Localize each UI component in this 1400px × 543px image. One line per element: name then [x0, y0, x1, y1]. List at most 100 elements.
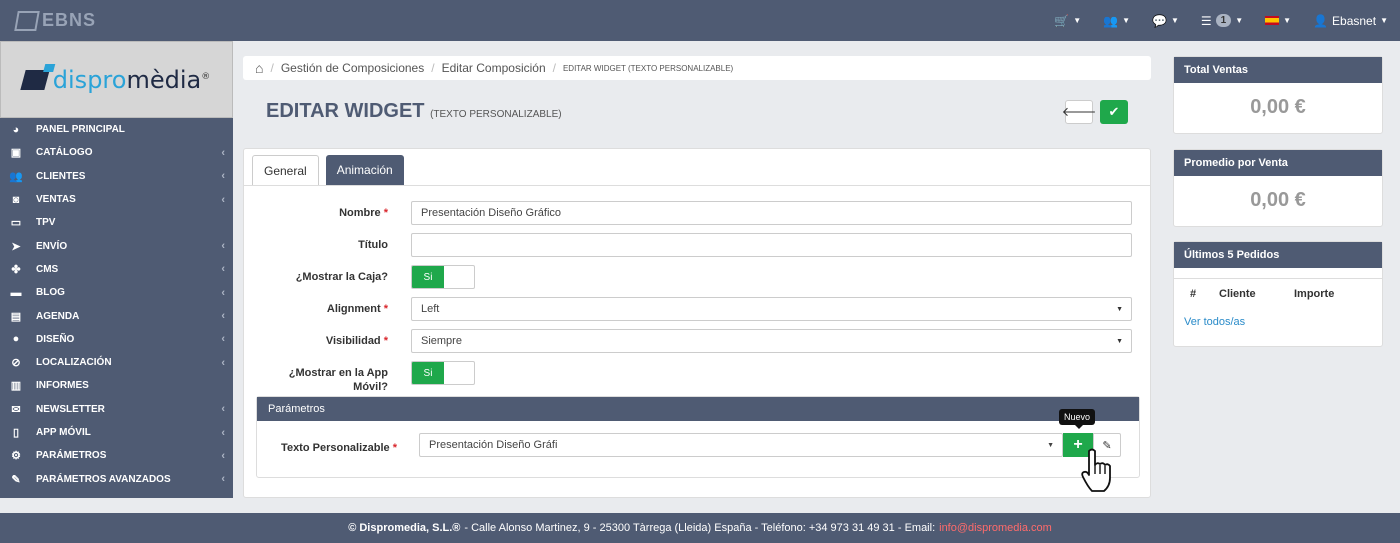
dispromedia-mark-icon	[20, 69, 50, 90]
footer-company: © Dispromedia, S.L.®	[348, 522, 461, 534]
arrow-left-icon: 🡐	[1061, 104, 1097, 119]
wrench-icon: ✎	[11, 473, 21, 486]
list-icon: ☰	[1200, 13, 1212, 28]
nombre-input[interactable]: Presentación Diseño Gráfico	[411, 201, 1132, 225]
tab-general[interactable]: General	[252, 155, 319, 185]
sidebar-item-5[interactable]: ➤ ENVÍO ‹	[0, 234, 233, 257]
app-movil-label: ¿Mostrar en la App Móvil?	[288, 367, 388, 393]
chevron-left-icon: ‹	[221, 310, 225, 323]
caret-down-icon: ▼	[1073, 16, 1082, 25]
col-cliente: Cliente	[1219, 288, 1256, 300]
sidebar-item-label: TPV	[36, 217, 56, 229]
chevron-left-icon: ‹	[221, 333, 225, 346]
footer-email-link[interactable]: info@dispromedia.com	[939, 522, 1052, 534]
tasks-menu[interactable]: ☰ 1 ▼	[1201, 14, 1243, 28]
breadcrumb-link[interactable]: Editar Composición	[442, 61, 546, 75]
sidebar-item-label: VENTAS	[36, 194, 76, 206]
cubes-icon: ✤	[11, 263, 21, 276]
caret-down-icon: ▼	[1116, 306, 1123, 313]
chevron-left-icon: ‹	[221, 240, 225, 253]
promedio-venta-title: Promedio por Venta	[1174, 150, 1382, 176]
sidebar-item-14[interactable]: ⚙ PARÁMETROS ‹	[0, 444, 233, 467]
chevron-left-icon: ‹	[221, 263, 225, 276]
col-importe: Importe	[1294, 288, 1335, 300]
chevron-left-icon: ‹	[221, 193, 225, 206]
toggle-on-label: Si	[412, 362, 444, 384]
coffee-icon: ▬	[10, 286, 22, 299]
sidebar-item-13[interactable]: ▯ APP MÓVIL ‹	[0, 421, 233, 444]
app-movil-toggle[interactable]: Si	[411, 361, 475, 385]
users-menu[interactable]: 👥 ▼	[1103, 14, 1130, 28]
sidebar-item-11[interactable]: ▥ INFORMES	[0, 374, 233, 397]
sidebar-item-12[interactable]: ✉ NEWSLETTER ‹	[0, 398, 233, 421]
promedio-venta-widget: Promedio por Venta 0,00 €	[1173, 149, 1383, 227]
tooltip: Nuevo	[1059, 409, 1096, 429]
drop-icon: ●	[12, 333, 20, 346]
sidebar-item-1[interactable]: ▣ CATÁLOGO ‹	[0, 141, 233, 164]
caret-down-icon: ▼	[1047, 442, 1054, 449]
brand-logo[interactable]: dispromèdia®	[0, 41, 233, 118]
brand-name: dispromèdia®	[52, 65, 211, 94]
sidebar-item-15[interactable]: ✎ PARÁMETROS AVANZADOS ‹	[0, 467, 233, 490]
sidebar-item-8[interactable]: ▤ AGENDA ‹	[0, 304, 233, 327]
card-icon: ▭	[10, 217, 22, 230]
money-icon: ◙	[12, 193, 20, 206]
total-ventas-title: Total Ventas	[1174, 57, 1382, 83]
tasks-badge: 1	[1215, 14, 1232, 27]
sidebar-item-label: PARÁMETROS	[36, 450, 107, 462]
send-icon: ➤	[11, 240, 21, 253]
back-button[interactable]: 🡐	[1062, 100, 1096, 124]
parametros-section: Parámetros Texto Personalizable * Presen…	[256, 396, 1140, 492]
language-menu[interactable]: ▼	[1265, 16, 1291, 25]
sidebar-item-label: PANEL PRINCIPAL	[36, 124, 125, 136]
sidebar-menu: ◕ PANEL PRINCIPAL ▣ CATÁLOGO ‹ 👥 CLIENTES ‹ ◙ VEN…	[0, 118, 233, 491]
sidebar-item-label: INFORMES	[36, 380, 89, 392]
sidebar-item-3[interactable]: ◙ VENTAS ‹	[0, 188, 233, 211]
visibilidad-label: Visibilidad *	[325, 335, 388, 347]
breadcrumb-link[interactable]: Gestión de Composiciones	[281, 61, 424, 75]
sidebar-item-label: CMS	[36, 263, 59, 275]
check-icon: ✔	[1108, 104, 1120, 119]
promedio-venta-value: 0,00 €	[1250, 188, 1306, 211]
sidebar-item-9[interactable]: ● DISEÑO ‹	[0, 328, 233, 351]
cart-menu[interactable]: 🛒 ▼	[1054, 14, 1081, 28]
sidebar-item-0[interactable]: ◕ PANEL PRINCIPAL	[0, 118, 233, 141]
breadcrumb-current: EDITAR WIDGET (TEXTO PERSONALIZABLE)	[562, 63, 734, 73]
top-nav: 🛒 ▼ 👥 ▼ 💬 ▼ ☰ 1 ▼ ▼ 👤 Ebasnet ▼	[1054, 0, 1388, 41]
texto-personalizable-select[interactable]: Presentación Diseño Gráfi ▼	[419, 433, 1063, 457]
alignment-select[interactable]: Left ▼	[411, 297, 1132, 321]
chevron-left-icon: ‹	[221, 473, 225, 486]
sidebar-item-2[interactable]: 👥 CLIENTES ‹	[0, 165, 233, 188]
caret-down-icon: ▼	[1116, 338, 1123, 345]
ver-todos-link[interactable]: Ver todos/as	[1174, 316, 1382, 338]
sidebar-item-4[interactable]: ▭ TPV	[0, 211, 233, 234]
compass-icon: ⊘	[11, 357, 21, 370]
cogs-icon: ⚙	[11, 450, 21, 463]
chevron-left-icon: ‹	[221, 286, 225, 299]
save-button[interactable]: ✔	[1100, 100, 1128, 124]
home-icon[interactable]: ⌂	[255, 60, 263, 76]
chat-menu[interactable]: 💬 ▼	[1152, 14, 1179, 28]
sidebar-item-6[interactable]: ✤ CMS ‹	[0, 258, 233, 281]
titulo-label: Título	[358, 239, 388, 251]
ebasnet-logo[interactable]: EBNS	[14, 10, 96, 32]
sidebar-item-label: AGENDA	[36, 310, 80, 322]
footer: © Dispromedia, S.L.® - Calle Alonso Mart…	[0, 513, 1400, 543]
sidebar-item-7[interactable]: ▬ BLOG ‹	[0, 281, 233, 304]
titulo-input[interactable]	[411, 233, 1132, 257]
nombre-label: Nombre *	[339, 207, 388, 219]
ultimos-pedidos-widget: Últimos 5 Pedidos # Cliente Importe Ver …	[1173, 241, 1383, 347]
sidebar-item-label: DISEÑO	[36, 333, 75, 345]
sidebar-item-10[interactable]: ⊘ LOCALIZACIÓN ‹	[0, 351, 233, 374]
sidebar-item-label: APP MÓVIL	[36, 427, 91, 438]
texto-personalizable-label: Texto Personalizable *	[281, 442, 397, 454]
mostrar-caja-toggle[interactable]: Si	[411, 265, 475, 289]
caret-down-icon: ▼	[1235, 16, 1244, 25]
envelope-icon: ✉	[11, 403, 21, 416]
visibilidad-select[interactable]: Siempre ▼	[411, 329, 1132, 353]
user-menu[interactable]: 👤 Ebasnet ▼	[1313, 14, 1388, 28]
tab-animacion[interactable]: Animación	[325, 155, 404, 185]
chevron-left-icon: ‹	[221, 146, 225, 159]
caret-down-icon: ▼	[1380, 16, 1388, 25]
hand-cursor-icon	[1081, 448, 1111, 492]
